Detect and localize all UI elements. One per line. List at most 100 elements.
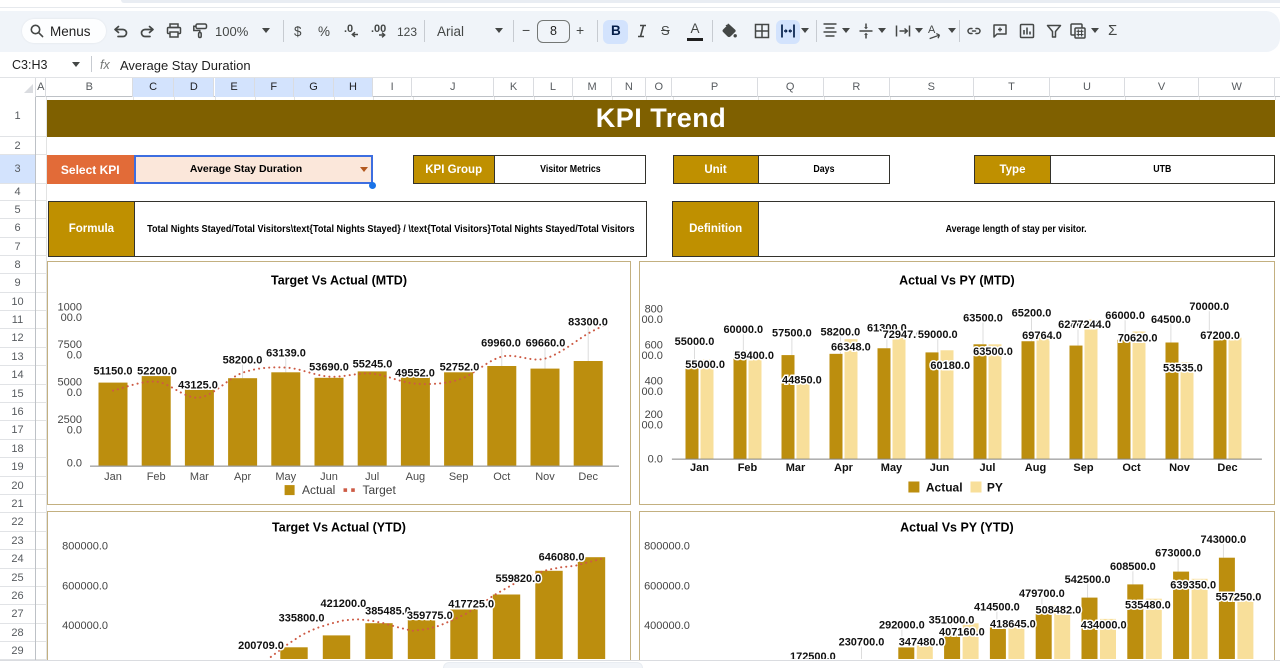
svg-text:385485.0: 385485.0 <box>365 606 411 618</box>
svg-text:0.0: 0.0 <box>67 350 82 362</box>
svg-text:55000.0: 55000.0 <box>675 336 715 348</box>
svg-text:63500.0: 63500.0 <box>963 313 1003 325</box>
svg-text:Feb: Feb <box>147 471 166 483</box>
svg-text:52200.0: 52200.0 <box>137 366 177 378</box>
svg-text:Actual Vs PY (MTD): Actual Vs PY (MTD) <box>899 274 1015 288</box>
svg-text:66000.0: 66000.0 <box>1105 310 1145 322</box>
svg-text:Oct: Oct <box>493 471 510 483</box>
svg-text:0.0: 0.0 <box>67 458 82 470</box>
svg-text:63139.0: 63139.0 <box>266 348 306 360</box>
svg-text:Aug: Aug <box>406 471 426 483</box>
svg-text:Actual: Actual <box>926 481 963 495</box>
svg-text:PY: PY <box>987 481 1003 495</box>
svg-text:Mar: Mar <box>786 462 806 474</box>
svg-text:60180.0: 60180.0 <box>931 361 971 373</box>
svg-text:417725.0: 417725.0 <box>448 599 494 611</box>
svg-text:Jun: Jun <box>320 471 338 483</box>
svg-text:Jul: Jul <box>365 471 379 483</box>
svg-text:743000.0: 743000.0 <box>1201 534 1247 546</box>
svg-text:58200.0: 58200.0 <box>821 327 861 339</box>
svg-text:70000.0: 70000.0 <box>1190 301 1230 313</box>
svg-text:407160.0: 407160.0 <box>939 627 985 639</box>
svg-text:Dec: Dec <box>1218 462 1238 474</box>
svg-text:Sep: Sep <box>449 471 469 483</box>
svg-text:Apr: Apr <box>234 471 251 483</box>
svg-text:Jun: Jun <box>930 462 950 474</box>
svg-text:58200.0: 58200.0 <box>223 355 263 367</box>
svg-text:Actual Vs PY (YTD): Actual Vs PY (YTD) <box>900 520 1014 534</box>
svg-text:335800.0: 335800.0 <box>279 613 325 625</box>
svg-text:00.0: 00.0 <box>642 351 663 363</box>
svg-text:57500.0: 57500.0 <box>772 328 812 340</box>
svg-text:535480.0: 535480.0 <box>1125 600 1171 612</box>
svg-text:Aug: Aug <box>1025 462 1046 474</box>
svg-text:Sep: Sep <box>1074 462 1094 474</box>
svg-text:69660.0: 69660.0 <box>526 338 566 350</box>
svg-text:Apr: Apr <box>834 462 854 474</box>
svg-text:418645.0: 418645.0 <box>990 619 1036 631</box>
svg-text:Target Vs Actual (MTD): Target Vs Actual (MTD) <box>271 274 407 288</box>
svg-text:559820.0: 559820.0 <box>495 573 541 585</box>
svg-text:639350.0: 639350.0 <box>1170 579 1216 591</box>
svg-text:00.0: 00.0 <box>61 313 82 325</box>
svg-text:59400.0: 59400.0 <box>734 351 774 363</box>
svg-text:59000.0: 59000.0 <box>918 329 958 341</box>
svg-text:A: A <box>928 24 936 36</box>
svg-text:557250.0: 557250.0 <box>1216 591 1262 603</box>
svg-text:.00: .00 <box>371 23 386 35</box>
svg-text:Dec: Dec <box>578 471 598 483</box>
svg-text:64500.0: 64500.0 <box>1151 314 1191 326</box>
svg-text:Nov: Nov <box>535 471 555 483</box>
svg-text:53535.0: 53535.0 <box>1163 363 1203 375</box>
svg-text:542500.0: 542500.0 <box>1065 574 1111 586</box>
svg-text:400000.0: 400000.0 <box>62 620 108 632</box>
svg-text:May: May <box>275 471 296 483</box>
svg-text:00.0: 00.0 <box>642 420 663 432</box>
svg-text:60000.0: 60000.0 <box>724 324 764 336</box>
svg-text:44850.0: 44850.0 <box>782 375 822 387</box>
svg-text:Nov: Nov <box>1169 462 1191 474</box>
svg-text:Jan: Jan <box>690 462 709 474</box>
svg-text:230700.0: 230700.0 <box>839 637 885 649</box>
svg-text:0.0: 0.0 <box>67 388 82 400</box>
svg-text:72947.0: 72947.0 <box>883 329 923 341</box>
svg-text:292000.0: 292000.0 <box>879 620 925 632</box>
svg-text:83300.0: 83300.0 <box>568 317 608 329</box>
svg-text:0.0: 0.0 <box>648 454 663 466</box>
svg-text:55000.0: 55000.0 <box>685 360 725 372</box>
svg-text:673000.0: 673000.0 <box>1155 548 1201 560</box>
svg-text:Oct: Oct <box>1122 462 1141 474</box>
svg-text:359775.0: 359775.0 <box>407 610 453 622</box>
svg-text:508482.0: 508482.0 <box>1036 605 1082 617</box>
svg-text:800000.0: 800000.0 <box>62 541 108 553</box>
svg-text:63500.0: 63500.0 <box>973 346 1013 358</box>
svg-text:43125.0: 43125.0 <box>178 380 218 392</box>
svg-text:May: May <box>881 462 903 474</box>
svg-text:51150.0: 51150.0 <box>93 366 132 378</box>
svg-text:608500.0: 608500.0 <box>1110 561 1156 573</box>
svg-text:65200.0: 65200.0 <box>1012 308 1052 320</box>
svg-text:69960.0: 69960.0 <box>481 338 521 350</box>
svg-text:Target: Target <box>362 483 396 497</box>
svg-text:646080.0: 646080.0 <box>539 551 585 563</box>
svg-text:434000.0: 434000.0 <box>1081 620 1127 632</box>
svg-text:200709.0: 200709.0 <box>238 640 284 652</box>
svg-text:0.0: 0.0 <box>67 425 82 437</box>
svg-text:600000.0: 600000.0 <box>62 581 108 593</box>
svg-text:347480.0: 347480.0 <box>899 637 945 649</box>
svg-text:67200.0: 67200.0 <box>1200 330 1240 342</box>
svg-text:Mar: Mar <box>190 471 209 483</box>
svg-text:.0: .0 <box>344 23 353 35</box>
svg-text:00.0: 00.0 <box>642 315 663 327</box>
svg-text:351000.0: 351000.0 <box>929 615 975 627</box>
svg-text:400000.0: 400000.0 <box>644 620 690 632</box>
svg-text:414500.0: 414500.0 <box>974 602 1020 614</box>
svg-text:Feb: Feb <box>738 462 758 474</box>
svg-text:Jul: Jul <box>980 462 996 474</box>
svg-text:69764.0: 69764.0 <box>1022 330 1062 342</box>
svg-text:Actual: Actual <box>302 483 335 497</box>
svg-text:479700.0: 479700.0 <box>1019 588 1065 600</box>
svg-text:70620.0: 70620.0 <box>1118 333 1158 345</box>
svg-text:53690.0: 53690.0 <box>309 362 349 374</box>
svg-text:800000.0: 800000.0 <box>644 541 690 553</box>
